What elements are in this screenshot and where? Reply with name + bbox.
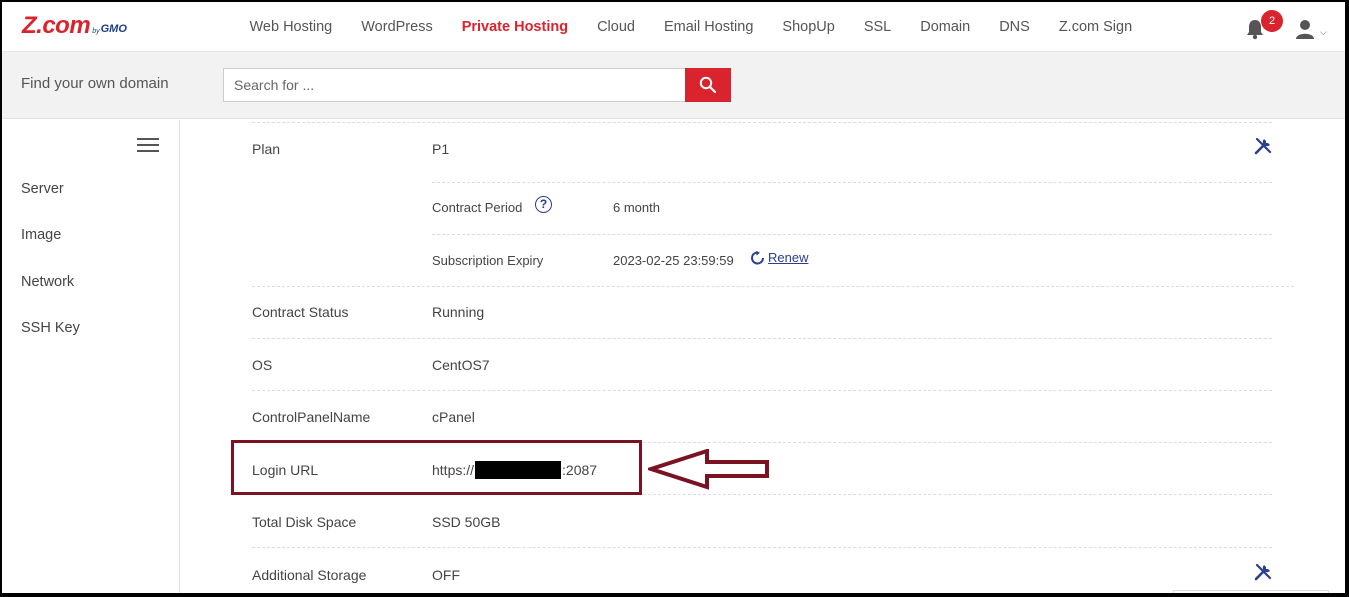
nav-item-cloud[interactable]: Cloud (597, 19, 635, 35)
server-details-panel: Plan P1 Contract Period ? 6 month Subscr… (181, 120, 1345, 593)
sidebar-item-image[interactable]: Image (21, 227, 61, 243)
plan-value: P1 (432, 141, 450, 157)
partial-panel-edge (1173, 590, 1329, 593)
additional-storage-label: Additional Storage (252, 567, 367, 583)
row-divider (432, 182, 1272, 183)
annotation-arrow-icon (648, 449, 769, 490)
row-divider (252, 122, 1272, 123)
nav-item-wordpress[interactable]: WordPress (361, 19, 432, 35)
domain-search-bar: Find your own domain (2, 52, 1345, 119)
app-window: Z.com by GMO Web Hosting WordPress Priva… (2, 2, 1345, 593)
domain-search-input[interactable] (223, 68, 686, 102)
search-icon (699, 76, 717, 94)
logo-by-text: by (92, 28, 100, 35)
os-label: OS (252, 357, 273, 373)
row-divider (252, 390, 1272, 391)
nav-item-shopup[interactable]: ShopUp (782, 19, 834, 35)
sidebar-item-network[interactable]: Network (21, 274, 74, 290)
nav-item-domain[interactable]: Domain (920, 19, 970, 35)
help-question-icon[interactable]: ? (535, 196, 552, 213)
row-divider (432, 234, 1272, 235)
renew-link[interactable]: Renew (750, 250, 808, 265)
nav-item-zcom-sign[interactable]: Z.com Sign (1059, 19, 1132, 35)
nav-item-private-hosting[interactable]: Private Hosting (462, 19, 568, 35)
contract-status-value: Running (432, 304, 485, 320)
total-disk-space-label: Total Disk Space (252, 514, 357, 530)
sidebar-item-ssh-key[interactable]: SSH Key (21, 320, 80, 336)
subscription-expiry-value: 2023-02-25 23:59:59 (613, 253, 734, 268)
subscription-expiry-label: Subscription Expiry (432, 253, 544, 268)
user-icon[interactable] (1294, 18, 1316, 40)
nav-item-web-hosting[interactable]: Web Hosting (250, 19, 333, 35)
contract-period-label: Contract Period (432, 200, 523, 215)
plan-settings-tools-icon[interactable] (1253, 136, 1273, 156)
row-divider (252, 286, 1294, 287)
os-value: CentOS7 (432, 357, 490, 373)
sidebar-item-server[interactable]: Server (21, 181, 64, 197)
sidebar: Server Image Network SSH Key (2, 120, 180, 593)
nav-item-ssl[interactable]: SSL (864, 19, 891, 35)
hamburger-icon[interactable] (137, 138, 159, 152)
contract-period-value: 6 month (613, 200, 660, 215)
control-panel-value: cPanel (432, 409, 475, 425)
refresh-icon (751, 250, 764, 264)
additional-storage-value: OFF (432, 567, 460, 583)
find-domain-label: Find your own domain (21, 75, 169, 92)
storage-settings-tools-icon[interactable] (1253, 562, 1273, 582)
contract-status-label: Contract Status (252, 304, 349, 320)
logo-text: Z.com (22, 12, 91, 39)
logo-gmo-text: GMO (100, 23, 127, 35)
login-url-highlight-box (231, 440, 642, 495)
domain-search-button[interactable] (685, 68, 731, 102)
main-menu: Web Hosting WordPress Private Hosting Cl… (235, 2, 1147, 52)
row-divider (252, 338, 1272, 339)
row-divider (252, 547, 1272, 548)
top-navbar: Z.com by GMO Web Hosting WordPress Priva… (2, 2, 1345, 52)
renew-link-text[interactable]: Renew (768, 250, 808, 265)
plan-label: Plan (252, 141, 281, 157)
total-disk-space-value: SSD 50GB (432, 514, 501, 530)
chevron-down-icon[interactable]: ⌵ (1320, 27, 1327, 38)
zcom-logo[interactable]: Z.com by GMO (22, 14, 127, 38)
control-panel-label: ControlPanelName (252, 409, 371, 425)
nav-item-dns[interactable]: DNS (999, 19, 1030, 35)
notification-badge[interactable]: 2 (1261, 10, 1283, 32)
nav-item-email-hosting[interactable]: Email Hosting (664, 19, 753, 35)
